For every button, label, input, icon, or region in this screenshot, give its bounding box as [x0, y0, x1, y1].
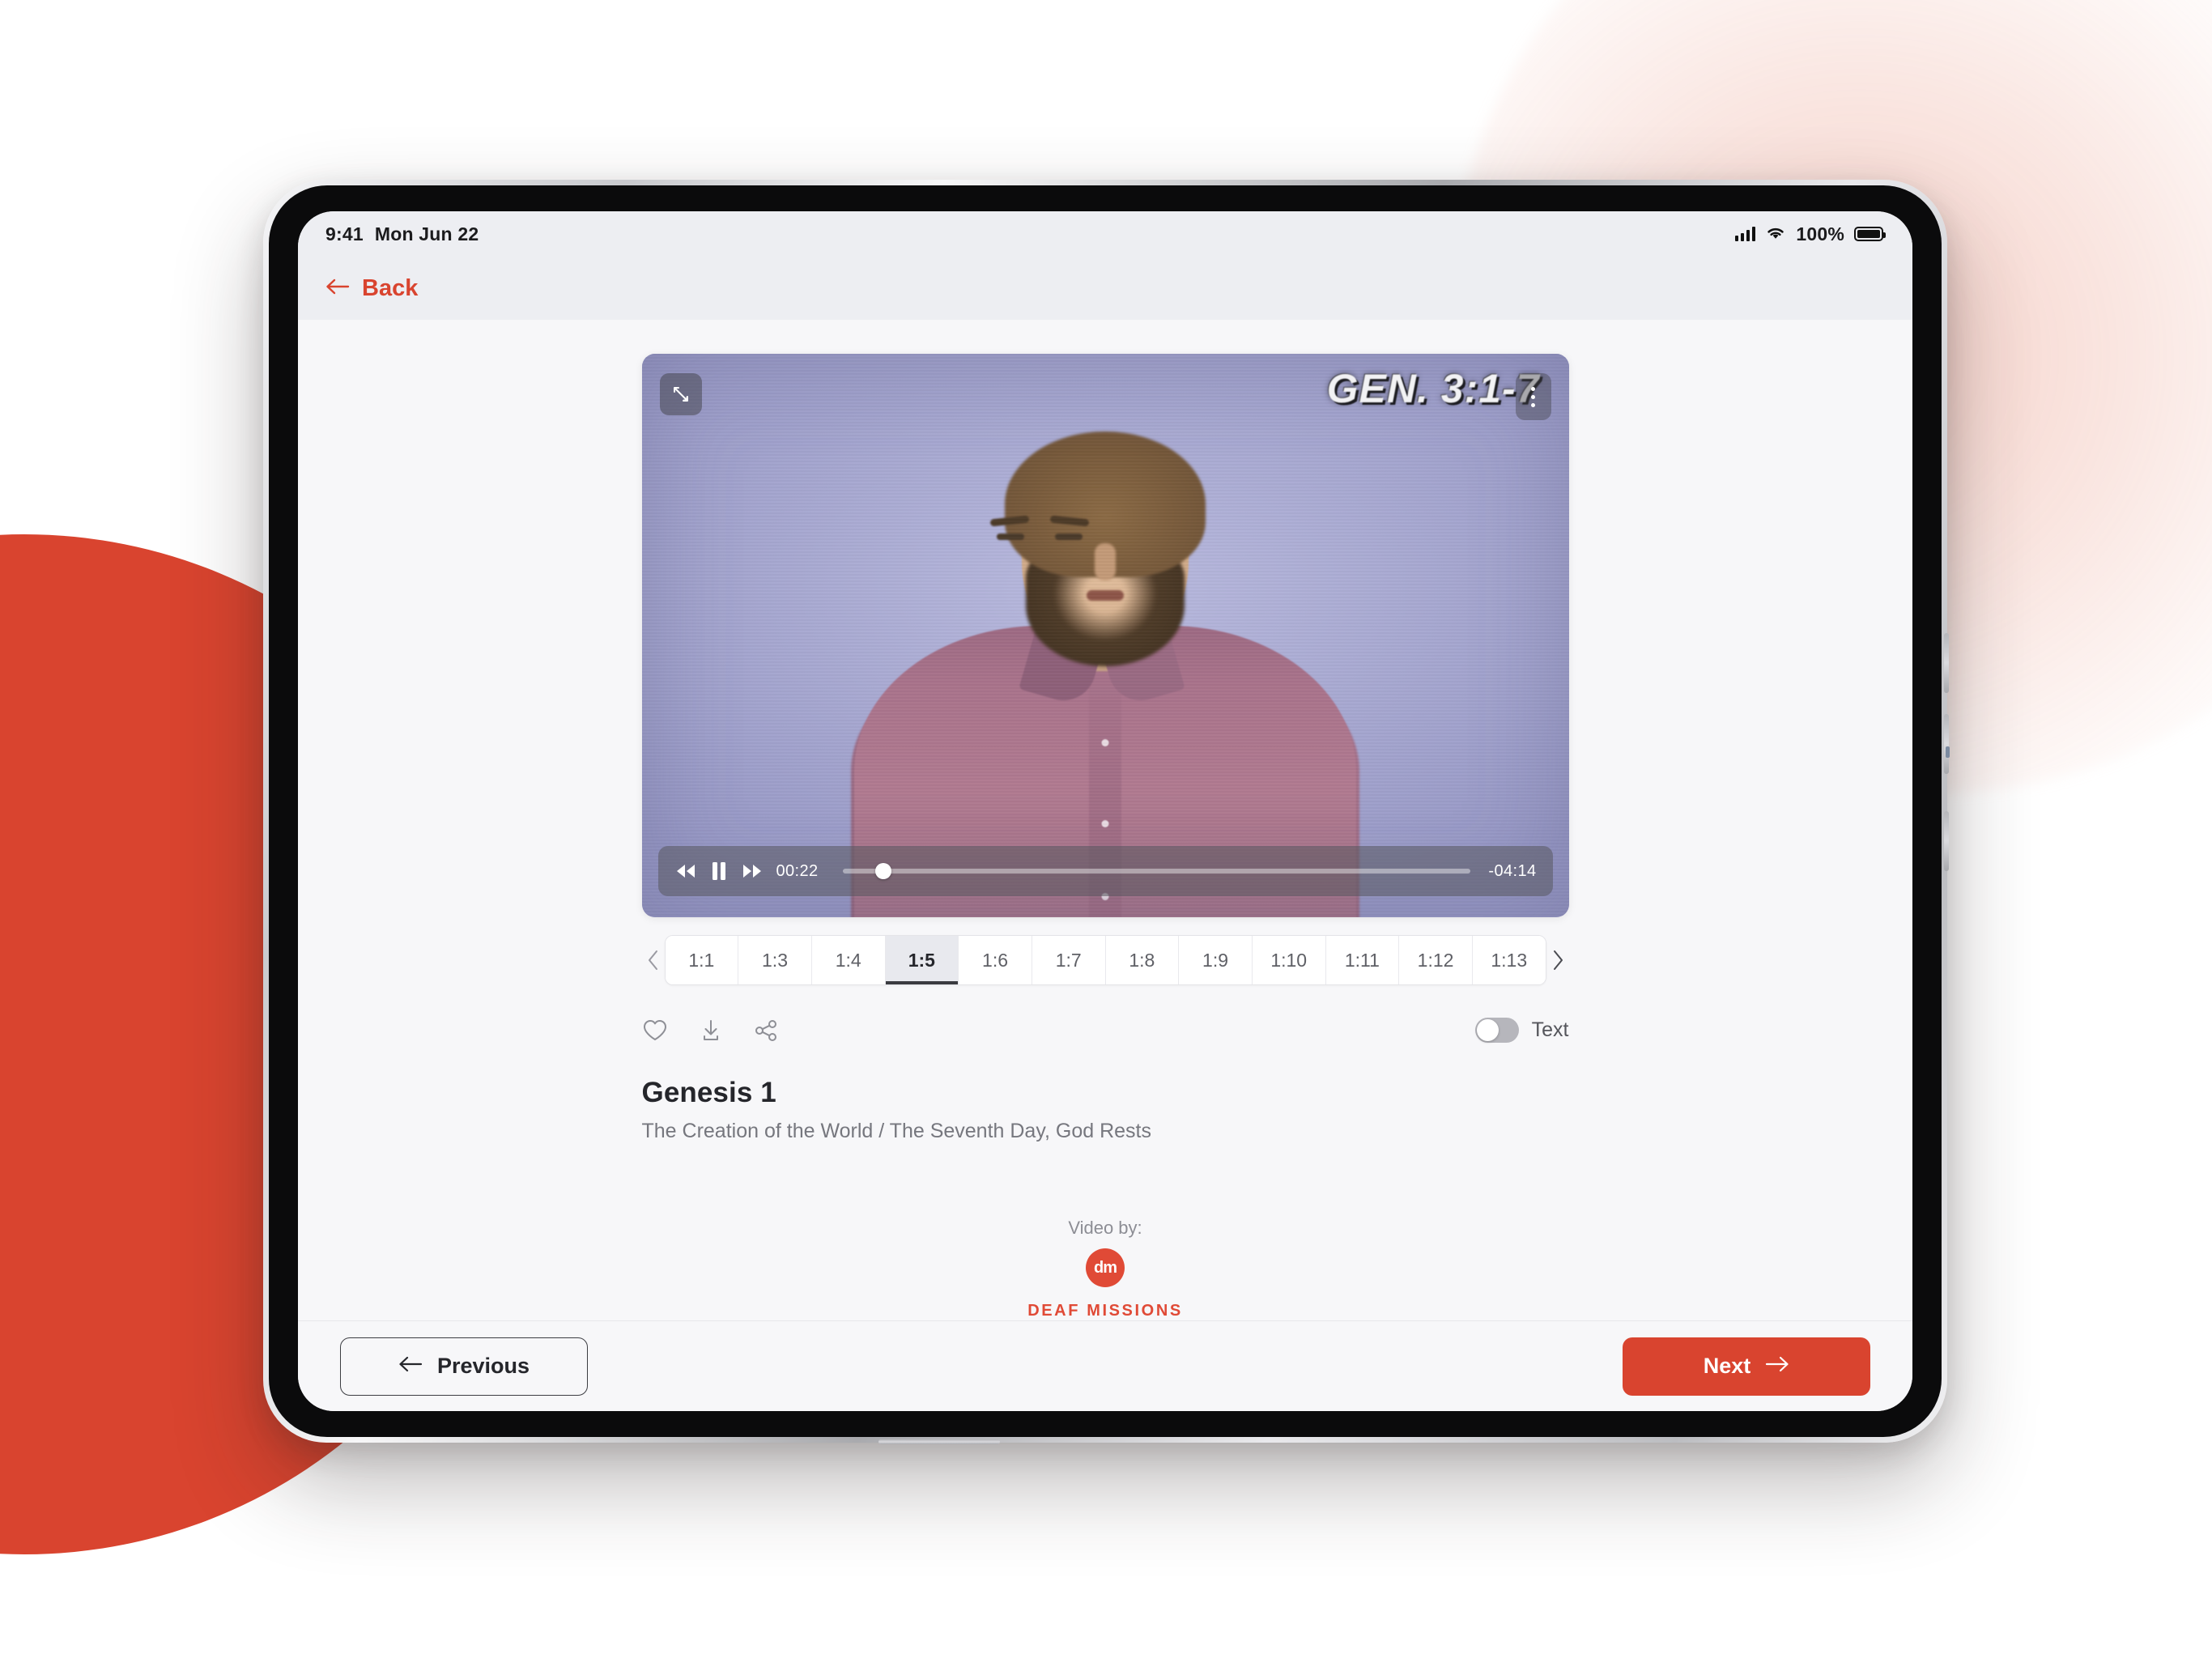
verse-chip[interactable]: 1:13	[1472, 936, 1546, 984]
text-toggle-label: Text	[1531, 1018, 1569, 1041]
deaf-missions-logo-icon: dm	[1086, 1248, 1125, 1287]
logo-mark-text: dm	[1094, 1258, 1117, 1277]
download-icon[interactable]	[699, 1018, 723, 1043]
video-player[interactable]: GEN. 3:1-7 00:22 -04:14	[641, 354, 1569, 917]
back-button-label: Back	[362, 274, 419, 301]
verse-selector: 1:1 1:3 1:4 1:5 1:6 1:7 1:8 1:9 1:10 1:1…	[642, 935, 1569, 985]
battery-full-icon	[1854, 227, 1886, 241]
side-button	[1944, 811, 1949, 871]
arrow-left-icon	[325, 275, 350, 302]
passage-title-block: Genesis 1 The Creation of the World / Th…	[642, 1077, 1569, 1143]
pause-icon[interactable]	[710, 861, 728, 882]
video-remaining-time: -04:14	[1488, 861, 1537, 880]
share-icon[interactable]	[754, 1018, 780, 1043]
battery-percent-label: 100%	[1796, 223, 1844, 244]
fast-forward-icon[interactable]	[741, 862, 764, 880]
action-icon-group	[642, 1018, 780, 1043]
page-subtitle: The Creation of the World / The Seventh …	[641, 1120, 1151, 1142]
scrubber-knob[interactable]	[874, 863, 891, 879]
device-bezel: 9:41 Mon Jun 22 100% Back GEN. 3:1-7 00:…	[269, 185, 1942, 1437]
smart-connector	[1946, 746, 1950, 758]
more-vertical-icon[interactable]	[1515, 373, 1551, 420]
verse-chip[interactable]: 1:12	[1399, 936, 1473, 984]
wifi-icon	[1765, 223, 1786, 245]
previous-button-label: Previous	[436, 1354, 530, 1378]
action-row: Text	[642, 1018, 1569, 1043]
verse-chip[interactable]: 1:4	[811, 936, 886, 984]
chevron-left-icon[interactable]	[642, 935, 665, 985]
arrow-right-icon	[1765, 1354, 1789, 1379]
verse-chip[interactable]: 1:7	[1032, 936, 1106, 984]
rewind-icon[interactable]	[674, 862, 697, 880]
heart-icon[interactable]	[642, 1018, 668, 1043]
verse-chip[interactable]: 1:11	[1325, 936, 1400, 984]
status-bar-left: 9:41 Mon Jun 22	[325, 223, 479, 245]
volume-up-button	[1944, 633, 1949, 693]
video-controls-bar: 00:22 -04:14	[657, 846, 1553, 896]
video-progress-scrubber[interactable]	[842, 863, 1470, 879]
verse-chip[interactable]: 1:9	[1179, 936, 1253, 984]
verse-chip[interactable]: 1:6	[959, 936, 1032, 984]
app-header: Back	[298, 257, 1912, 320]
verse-chip-list: 1:1 1:3 1:4 1:5 1:6 1:7 1:8 1:9 1:10 1:1…	[664, 935, 1546, 985]
expand-fullscreen-icon[interactable]	[659, 373, 702, 415]
next-button-label: Next	[1703, 1354, 1751, 1378]
tablet-device-frame: 9:41 Mon Jun 22 100% Back GEN. 3:1-7 00:…	[263, 180, 1950, 1444]
page-title: Genesis 1	[641, 1077, 776, 1108]
text-toggle-switch[interactable]	[1474, 1018, 1519, 1043]
power-button	[878, 1439, 1000, 1444]
verse-chip[interactable]: 1:3	[738, 936, 812, 984]
cellular-signal-icon	[1735, 227, 1756, 241]
previous-button[interactable]: Previous	[340, 1337, 588, 1396]
video-current-time: 00:22	[776, 861, 819, 880]
arrow-left-icon	[398, 1354, 423, 1379]
verse-chip[interactable]: 1:10	[1252, 936, 1326, 984]
attribution-provider-name: DEAF MISSIONS	[1027, 1302, 1183, 1320]
next-button[interactable]: Next	[1623, 1337, 1870, 1396]
video-attribution: Video by: dm DEAF MISSIONS	[642, 1218, 1569, 1320]
bottom-navigation-bar: Previous Next	[298, 1320, 1912, 1411]
video-burned-in-reference: GEN. 3:1-7	[1326, 366, 1540, 411]
status-bar-right: 100%	[1735, 223, 1886, 245]
back-button[interactable]: Back	[325, 275, 418, 302]
app-screen: 9:41 Mon Jun 22 100% Back GEN. 3:1-7 00:…	[298, 211, 1912, 1411]
verse-chip[interactable]: 1:8	[1105, 936, 1180, 984]
video-signer-figure	[846, 415, 1364, 917]
verse-chip[interactable]: 1:1	[665, 936, 739, 984]
status-time: 9:41	[325, 223, 364, 244]
toggle-knob	[1476, 1019, 1499, 1041]
status-date: Mon Jun 22	[374, 223, 479, 244]
volume-down-button	[1944, 714, 1949, 774]
chevron-right-icon[interactable]	[1546, 935, 1569, 985]
attribution-lead-text: Video by:	[1068, 1218, 1142, 1238]
verse-chip-active[interactable]: 1:5	[885, 936, 959, 984]
text-toggle-group: Text	[1474, 1018, 1569, 1043]
status-bar: 9:41 Mon Jun 22 100%	[298, 211, 1912, 257]
main-content: GEN. 3:1-7 00:22 -04:14 1:1 1:3 1:4 1:5 …	[298, 320, 1912, 1320]
